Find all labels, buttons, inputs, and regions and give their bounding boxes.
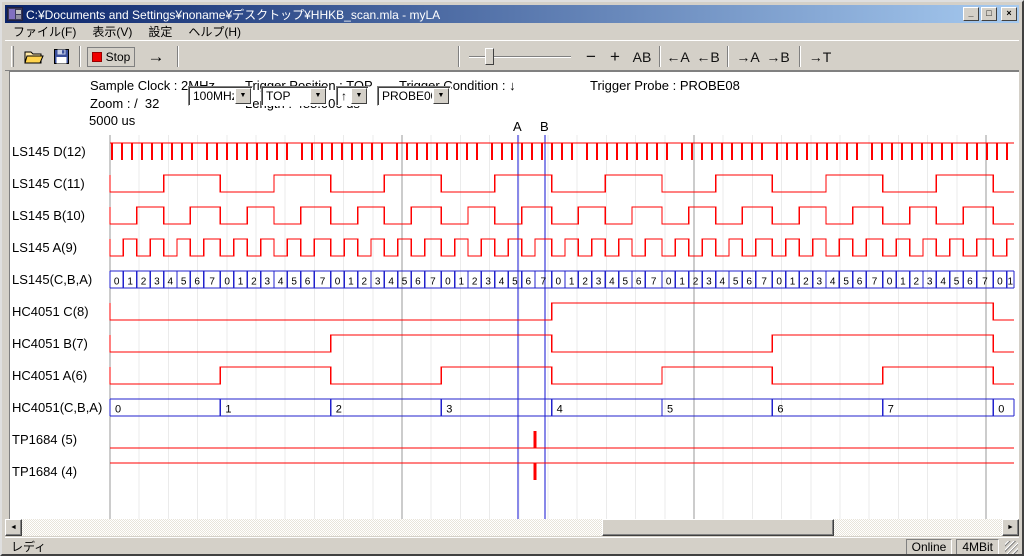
scroll-right-button[interactable]: ►: [1002, 519, 1019, 536]
trigger-edge-value: ↑: [337, 89, 350, 103]
toolbar-separator: [79, 46, 81, 67]
goto-a-button[interactable]: ←A: [665, 45, 691, 68]
status-online: Online: [906, 539, 953, 555]
run-button[interactable]: →: [141, 45, 171, 68]
window-title: C:¥Documents and Settings¥noname¥デスクトップ¥…: [26, 6, 961, 23]
status-ready: レディ: [5, 538, 906, 555]
menu-bar: ファイル(F) 表示(V) 設定 ヘルプ(H): [5, 23, 1019, 40]
toolbar-separator: [458, 46, 460, 67]
chevron-down-icon[interactable]: ▼: [433, 88, 449, 104]
app-icon: [7, 7, 23, 21]
scroll-left-button[interactable]: ◄: [5, 519, 22, 536]
sample-rate-value: 100MHz: [189, 89, 234, 103]
menu-settings[interactable]: 設定: [140, 22, 180, 41]
resize-grip[interactable]: [1005, 541, 1018, 554]
save-button[interactable]: [49, 45, 73, 68]
maximize-button[interactable]: □: [981, 7, 997, 21]
goto-b-button[interactable]: ←B: [695, 45, 721, 68]
scroll-thumb[interactable]: [602, 519, 834, 536]
app-window: Sample Clock : 2MHz Trigger Position : T…: [0, 0, 1024, 556]
ab-button[interactable]: AB: [629, 45, 655, 68]
status-memory: 4MBit: [956, 539, 999, 555]
zoom-out-button[interactable]: −: [581, 45, 601, 68]
stop-button[interactable]: Stop: [87, 47, 135, 67]
stop-icon: [92, 52, 102, 62]
minimize-button[interactable]: _: [963, 7, 979, 21]
toolbar-separator: [177, 46, 179, 67]
zoom-in-button[interactable]: +: [605, 45, 625, 68]
status-bar: レディ Online 4MBit: [5, 537, 1019, 555]
floppy-disk-icon: [54, 49, 69, 64]
toolbar-separator: [659, 46, 661, 67]
open-folder-icon: [24, 49, 44, 65]
horizontal-scrollbar[interactable]: ◄ ►: [5, 519, 1019, 536]
probe-value: PROBE00: [378, 89, 432, 103]
close-button[interactable]: ×: [1001, 7, 1017, 21]
chevron-down-icon[interactable]: ▼: [235, 88, 251, 104]
zoom-slider-thumb[interactable]: [485, 48, 494, 65]
toolbar-separator: [799, 46, 801, 67]
menu-help[interactable]: ヘルプ(H): [180, 22, 249, 41]
title-bar[interactable]: C:¥Documents and Settings¥noname¥デスクトップ¥…: [5, 5, 1019, 23]
toolbar-grip: [11, 46, 14, 67]
trigger-position-select[interactable]: TOP ▼: [261, 86, 328, 106]
menu-file[interactable]: ファイル(F): [5, 22, 84, 41]
set-a-button[interactable]: →A: [735, 45, 761, 68]
toolbar-separator: [727, 46, 729, 67]
info-zoom: Zoom : / 32: [90, 96, 159, 111]
open-button[interactable]: [21, 45, 47, 68]
trigger-position-value: TOP: [262, 89, 309, 103]
set-b-button[interactable]: →B: [765, 45, 791, 68]
menu-view[interactable]: 表示(V): [84, 22, 140, 41]
chevron-down-icon[interactable]: ▼: [351, 88, 367, 104]
toolbar: Stop → 100MHz ▼ TOP ▼ ↑ ▼ PROBE00 ▼ − + …: [5, 40, 1019, 71]
sample-rate-select[interactable]: 100MHz ▼: [188, 86, 253, 106]
waveform-client-area: [9, 71, 1019, 519]
stop-label: Stop: [106, 50, 131, 64]
probe-select[interactable]: PROBE00 ▼: [377, 86, 451, 106]
goto-trigger-button[interactable]: →T: [807, 45, 833, 68]
chevron-down-icon[interactable]: ▼: [310, 88, 326, 104]
info-trigger-probe: Trigger Probe : PROBE08: [590, 78, 740, 93]
trigger-edge-select[interactable]: ↑ ▼: [336, 86, 369, 106]
